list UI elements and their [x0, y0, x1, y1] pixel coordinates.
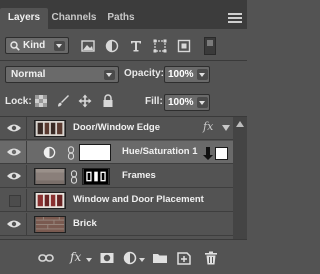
- layer-name: Window and Door Placement: [73, 194, 204, 205]
- link-icon[interactable]: [69, 170, 79, 184]
- opacity-field[interactable]: 100%: [164, 66, 210, 83]
- fx-badge: fx: [203, 120, 214, 133]
- search-icon: [10, 41, 20, 51]
- adjustment-filter-icon[interactable]: [104, 38, 120, 54]
- lock-all-icon[interactable]: [101, 94, 115, 108]
- opacity-label: Opacity:: [124, 68, 165, 79]
- adjustment-layer-icon: [43, 146, 56, 159]
- eye-icon[interactable]: [6, 218, 22, 230]
- fill-field[interactable]: 100%: [164, 94, 210, 111]
- tab-bar: Layers Channels Paths: [0, 0, 247, 29]
- divider: [26, 117, 27, 140]
- blend-mode-select[interactable]: Normal: [5, 66, 119, 83]
- layer-mask-thumbnail[interactable]: [79, 144, 111, 161]
- layer-row-door-window-edge[interactable]: Door/Window Edge fx: [0, 117, 233, 140]
- bottom-toolbar: fx: [0, 239, 247, 274]
- add-style-icon[interactable]: fx: [70, 250, 81, 264]
- layer-thumbnail[interactable]: [34, 120, 66, 137]
- delete-layer-icon[interactable]: [203, 250, 219, 266]
- layers-scrollbar[interactable]: [233, 117, 247, 239]
- tab-channels[interactable]: Channels: [50, 8, 98, 29]
- expand-effects-icon[interactable]: [222, 125, 230, 131]
- divider: [0, 60, 247, 61]
- adjustment-layer-icon[interactable]: [122, 250, 138, 266]
- divider: [26, 213, 27, 236]
- shape-filter-icon[interactable]: [152, 38, 168, 54]
- layer-name: Hue/Saturation 1: [122, 146, 198, 157]
- new-group-icon[interactable]: [152, 250, 168, 266]
- blend-mode-value: Normal: [11, 69, 46, 80]
- eye-icon[interactable]: [6, 170, 22, 182]
- link-icon[interactable]: [66, 146, 76, 160]
- lock-position-icon[interactable]: [78, 94, 92, 108]
- layer-name: Frames: [122, 170, 156, 181]
- eye-icon[interactable]: [6, 146, 22, 158]
- panel-menu-icon[interactable]: [227, 12, 243, 24]
- smart-object-filter-icon[interactable]: [176, 38, 192, 54]
- chevron-down-icon: [104, 70, 115, 80]
- eye-icon[interactable]: [6, 122, 22, 134]
- chevron-down-icon[interactable]: [197, 69, 208, 80]
- layer-thumbnail[interactable]: [34, 216, 66, 233]
- opacity-value: 100%: [168, 69, 194, 80]
- layer-row-frames[interactable]: Frames: [0, 165, 233, 188]
- layers-panel: Layers Channels Paths Kind Normal Opacit…: [0, 0, 247, 274]
- divider: [26, 141, 27, 164]
- chevron-down-icon: [139, 258, 145, 262]
- new-layer-icon[interactable]: [176, 250, 192, 266]
- lock-image-pixels-icon[interactable]: [56, 94, 70, 108]
- chevron-down-icon[interactable]: [197, 97, 208, 108]
- layer-name: Brick: [73, 218, 97, 229]
- chevron-down-icon: [86, 258, 92, 262]
- filter-toggle-switch[interactable]: [204, 37, 216, 55]
- filter-kind-select[interactable]: Kind: [5, 37, 69, 54]
- tab-layers[interactable]: Layers: [0, 8, 48, 29]
- link-layers-icon[interactable]: [38, 250, 54, 266]
- visibility-toggle-off[interactable]: [9, 195, 21, 207]
- lock-transparent-pixels-icon[interactable]: [34, 94, 48, 108]
- layer-row-hue-saturation-1[interactable]: Hue/Saturation 1: [0, 141, 233, 164]
- type-filter-icon[interactable]: [128, 38, 144, 54]
- mask-indicator-icon: [215, 147, 228, 160]
- chevron-down-icon: [54, 41, 65, 51]
- fill-label: Fill:: [145, 96, 163, 107]
- image-filter-icon[interactable]: [80, 38, 96, 54]
- lock-label: Lock:: [5, 96, 32, 107]
- layer-row-brick[interactable]: Brick: [0, 213, 233, 236]
- divider: [26, 165, 27, 188]
- layer-thumbnail[interactable]: [34, 192, 66, 209]
- layer-mask-thumbnail[interactable]: [82, 168, 110, 185]
- fill-value: 100%: [168, 97, 194, 108]
- divider: [26, 189, 27, 212]
- clipping-arrow-icon: [203, 147, 213, 160]
- layer-thumbnail[interactable]: [34, 168, 66, 185]
- layer-name: Door/Window Edge: [73, 122, 160, 133]
- layers-list: Door/Window Edge fx Hue/Saturation 1 Fra…: [0, 117, 247, 239]
- scroll-up-icon[interactable]: [236, 121, 244, 127]
- layer-row-window-and-door-placement[interactable]: Window and Door Placement: [0, 189, 233, 212]
- tab-paths[interactable]: Paths: [104, 8, 138, 29]
- add-mask-icon[interactable]: [99, 250, 115, 266]
- filter-kind-label: Kind: [23, 40, 46, 51]
